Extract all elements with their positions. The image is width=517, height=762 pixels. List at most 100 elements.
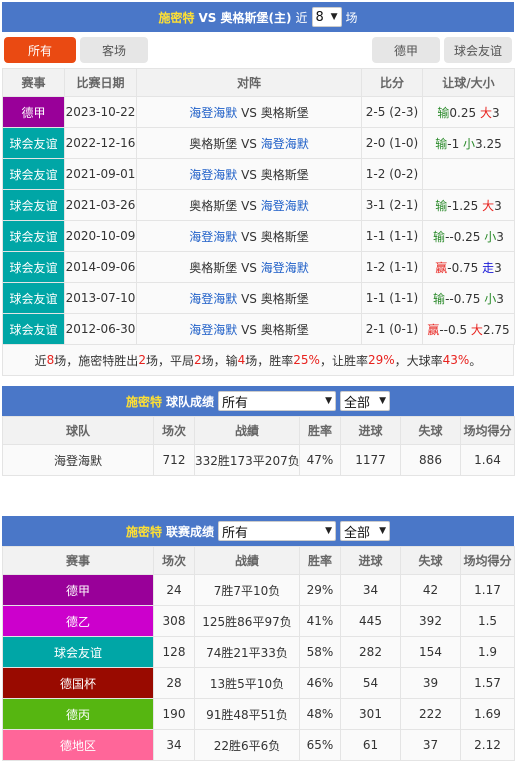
league-record-scope-select[interactable]: 所有 ▼	[218, 521, 337, 541]
league-record-range-select[interactable]: 全部 ▼	[340, 521, 391, 541]
match-teams: 奥格斯堡 VS 海登海默	[136, 189, 362, 221]
goals-for: 445	[340, 605, 401, 637]
goals-against: 222	[400, 698, 461, 730]
vs-label: VS	[241, 105, 257, 120]
team-name: 海登海默	[2, 444, 154, 476]
record: 13胜5平10负	[194, 667, 300, 699]
summary-text: 场，输	[201, 353, 238, 368]
league-record-row: 球会友谊 128 74胜21平33负 58% 282 154 1.9	[2, 636, 515, 668]
win-rate: 65%	[299, 729, 341, 761]
home-team[interactable]: 海登海默	[189, 168, 237, 182]
col-league: 赛事	[2, 546, 154, 575]
summary-num-draws: 2	[193, 353, 202, 367]
handicap-result: 输	[437, 105, 450, 120]
h2h-filters: 所有 客场 德甲 球会友谊	[2, 32, 514, 68]
goals-against: 42	[400, 574, 461, 606]
league-badge[interactable]: 球会友谊	[2, 220, 65, 252]
col-goals-for: 进球	[340, 416, 401, 445]
team-record-range-select[interactable]: 全部 ▼	[340, 391, 391, 411]
col-goals-against: 失球	[400, 546, 461, 575]
league-badge[interactable]: 球会友谊	[2, 127, 65, 159]
away-team[interactable]: 奥格斯堡	[261, 106, 309, 120]
home-team[interactable]: 奥格斯堡	[189, 261, 237, 275]
league-record-range-value: 全部	[344, 525, 371, 541]
match-date: 2013-07-10	[64, 282, 137, 314]
league-badge[interactable]: 球会友谊	[2, 158, 65, 190]
col-played: 场次	[153, 546, 195, 575]
h2h-header: 施密特 VS 奥格斯堡(主) 近 8 ▼ 场	[2, 2, 514, 32]
match-score[interactable]: 1-2 (0-2)	[361, 158, 423, 190]
filter-bundesliga-button[interactable]: 德甲	[372, 37, 440, 63]
col-score: 比分	[361, 68, 423, 97]
league-badge[interactable]: 球会友谊	[2, 251, 65, 283]
vs-label: VS	[241, 136, 257, 151]
team-record-scope-select[interactable]: 所有 ▼	[218, 391, 337, 411]
league-badge[interactable]: 球会友谊	[2, 189, 65, 221]
filter-all-button[interactable]: 所有	[4, 37, 76, 63]
h2h-team-name: 施密特	[158, 10, 195, 25]
filter-away-button[interactable]: 客场	[80, 37, 148, 63]
played: 190	[153, 698, 195, 730]
vs-label: VS	[241, 167, 257, 182]
match-date: 2012-06-30	[64, 313, 137, 345]
col-avg-points: 场均得分	[460, 546, 515, 575]
match-score[interactable]: 2-0 (1-0)	[361, 127, 423, 159]
h2h-body: 德甲 2023-10-22 海登海默 VS 奥格斯堡 2-5 (2-3) 输0.25 大…	[2, 96, 515, 345]
handicap-cell: 输-1 小3.25	[422, 127, 515, 159]
over-under-result: 走	[482, 260, 495, 275]
vs-label: VS	[241, 322, 257, 337]
chevron-down-icon: ▼	[330, 12, 338, 22]
h2h-row: 德甲 2023-10-22 海登海默 VS 奥格斯堡 2-5 (2-3) 输0.25 大…	[2, 96, 515, 128]
away-team[interactable]: 奥格斯堡	[261, 230, 309, 244]
away-team[interactable]: 海登海默	[261, 137, 309, 151]
home-team[interactable]: 奥格斯堡	[189, 137, 237, 151]
match-teams: 奥格斯堡 VS 海登海默	[136, 127, 362, 159]
h2h-row: 球会友谊 2013-07-10 海登海默 VS 奥格斯堡 1-1 (1-1) 输--0.…	[2, 282, 515, 314]
match-date: 2021-09-01	[64, 158, 137, 190]
match-score[interactable]: 1-1 (1-1)	[361, 282, 423, 314]
over-under-value: 3	[491, 105, 500, 120]
home-team[interactable]: 海登海默	[189, 292, 237, 306]
summary-handicap-rate: 29%	[367, 353, 395, 367]
home-team[interactable]: 奥格斯堡	[189, 199, 237, 213]
record: 332胜173平207负	[194, 444, 300, 476]
match-score[interactable]: 1-2 (1-1)	[361, 251, 423, 283]
away-team[interactable]: 奥格斯堡	[261, 292, 309, 306]
league-record-row: 德甲 24 7胜7平10负 29% 34 42 1.17	[2, 574, 515, 606]
filter-friendly-button[interactable]: 球会友谊	[444, 37, 512, 63]
match-score[interactable]: 3-1 (2-1)	[361, 189, 423, 221]
page: 施密特 VS 奥格斯堡(主) 近 8 ▼ 场 所有 客场 德甲 球会友谊 赛事 …	[2, 2, 515, 761]
handicap-value: 0.25	[449, 105, 477, 120]
match-teams: 海登海默 VS 奥格斯堡	[136, 96, 362, 128]
recent-count-select[interactable]: 8 ▼	[311, 7, 342, 27]
away-team[interactable]: 奥格斯堡	[261, 323, 309, 337]
league-badge[interactable]: 德甲	[2, 96, 65, 128]
home-team[interactable]: 海登海默	[189, 230, 237, 244]
summary-win-rate: 25%	[293, 353, 320, 367]
league-badge[interactable]: 球会友谊	[2, 282, 65, 314]
col-handicap: 让球/大小	[422, 68, 515, 97]
match-score[interactable]: 2-1 (0-1)	[361, 313, 423, 345]
team-record-body: 海登海默 712 332胜173平207负 47% 1177 886 1.64	[2, 444, 515, 476]
goals-for: 282	[340, 636, 401, 668]
match-score[interactable]: 1-1 (1-1)	[361, 220, 423, 252]
vs-label: VS	[241, 198, 257, 213]
away-team[interactable]: 奥格斯堡	[261, 168, 309, 182]
goals-against: 39	[400, 667, 461, 699]
team-record-title: 球队成绩	[166, 394, 215, 409]
vs-label: VS	[241, 229, 257, 244]
team-record-scope-value: 所有	[222, 395, 249, 411]
away-team[interactable]: 海登海默	[261, 261, 309, 275]
match-teams: 奥格斯堡 VS 海登海默	[136, 251, 362, 283]
home-team[interactable]: 海登海默	[189, 106, 237, 120]
col-date: 比赛日期	[64, 68, 137, 97]
league-record-row: 德丙 190 91胜48平51负 48% 301 222 1.69	[2, 698, 515, 730]
home-team[interactable]: 海登海默	[189, 323, 237, 337]
summary-text: 。	[469, 353, 482, 368]
league-badge[interactable]: 球会友谊	[2, 313, 65, 345]
away-team[interactable]: 海登海默	[261, 199, 309, 213]
summary-text: 场，胜率	[245, 353, 294, 368]
match-score[interactable]: 2-5 (2-3)	[361, 96, 423, 128]
handicap-result: 赢	[427, 322, 440, 337]
col-team: 球队	[2, 416, 154, 445]
